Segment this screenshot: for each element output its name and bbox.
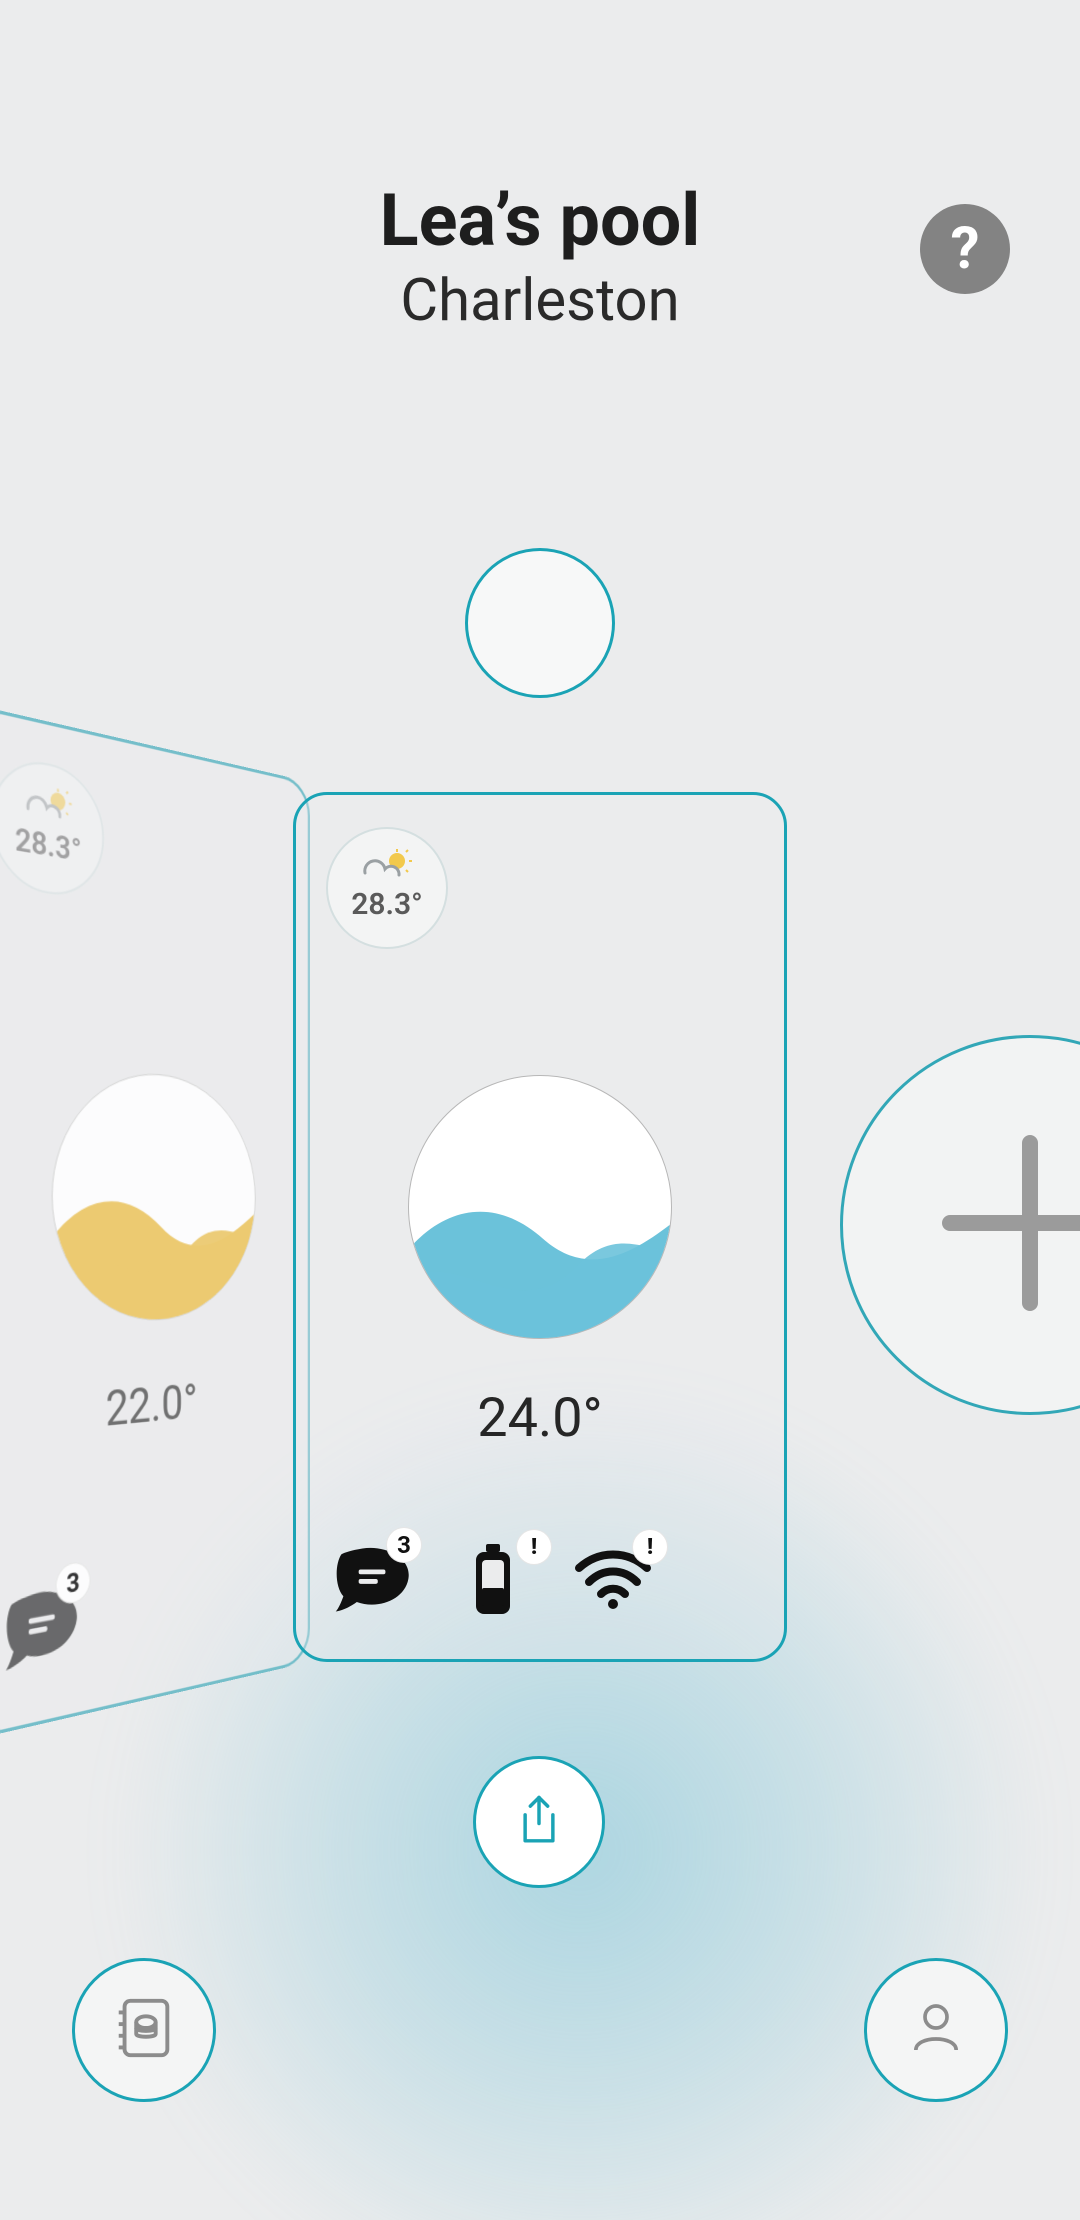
help-button[interactable]: ?	[920, 204, 1010, 294]
water-temp: 24.0°	[296, 1387, 784, 1450]
status-row: 3	[328, 1541, 658, 1619]
water-temp: 22.0°	[0, 1365, 308, 1452]
partly-cloudy-icon	[357, 855, 417, 885]
weather-chip: 28.3°	[0, 751, 104, 902]
settings-button[interactable]	[465, 548, 615, 698]
water-indicator	[52, 1066, 256, 1325]
history-button[interactable]	[72, 1958, 216, 2102]
water-wave-icon	[409, 1194, 671, 1338]
person-icon	[903, 1995, 969, 2065]
notebook-icon	[109, 1993, 179, 2067]
battery-alert-badge	[516, 1529, 552, 1565]
messages-button[interactable]: 3	[328, 1541, 418, 1619]
share-icon	[513, 1794, 565, 1850]
pool-card-previous[interactable]: 28.3° 22.0° 3	[0, 703, 310, 1742]
header: Lea’s pool Charleston	[0, 185, 1080, 335]
battery-icon	[470, 1544, 516, 1616]
pool-title: Lea’s pool	[0, 185, 1080, 257]
messages-count-badge: 3	[386, 1527, 422, 1563]
wifi-status[interactable]	[568, 1541, 658, 1619]
water-wave-icon	[53, 1183, 255, 1324]
pool-card-current[interactable]: 28.3° 24.0° 3	[293, 792, 787, 1662]
wifi-alert-badge	[632, 1529, 668, 1565]
add-pool-button[interactable]	[840, 1035, 1080, 1415]
help-icon: ?	[951, 215, 980, 283]
messages-count-badge: 3	[56, 1560, 91, 1606]
profile-button[interactable]	[864, 1958, 1008, 2102]
water-indicator	[408, 1075, 672, 1339]
weather-chip[interactable]: 28.3°	[326, 827, 448, 949]
plus-icon	[930, 1123, 1080, 1327]
battery-status[interactable]	[448, 1541, 538, 1619]
weather-temp: 28.3°	[351, 887, 423, 922]
pool-location: Charleston	[0, 267, 1080, 335]
messages-button[interactable]: 3	[0, 1576, 87, 1682]
share-button[interactable]	[473, 1756, 605, 1888]
status-row: 3	[0, 1576, 87, 1682]
